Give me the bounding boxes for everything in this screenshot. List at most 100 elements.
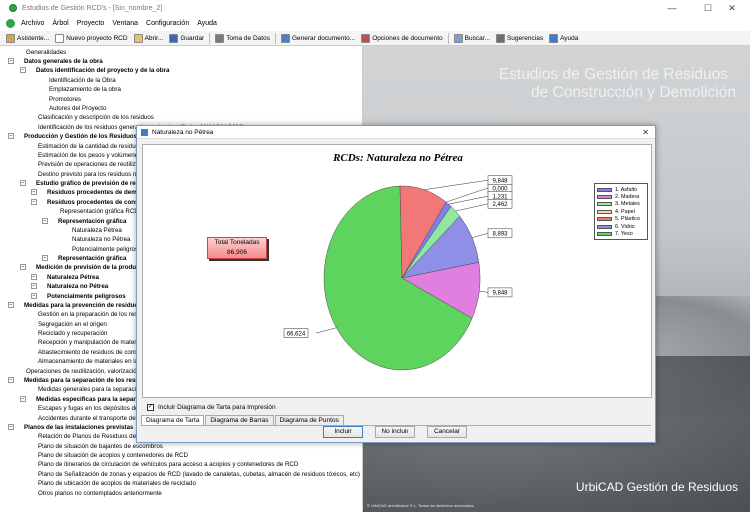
tree-item[interactable]: Autores del Proyecto bbox=[49, 104, 106, 113]
tree-item-label: Representación gráfica bbox=[58, 218, 127, 225]
toolbar-button-label: Opciones de documento bbox=[372, 34, 443, 42]
new-file-icon bbox=[55, 33, 65, 43]
pie-leader-line bbox=[445, 187, 489, 203]
tree-item[interactable]: − Datos identificación del proyecto y de … bbox=[20, 66, 169, 75]
legend-label: 6. Vidrio bbox=[615, 223, 635, 230]
expand-toggle-icon[interactable]: − bbox=[31, 199, 37, 206]
toolbar-button-6[interactable]: Opciones de documento bbox=[358, 32, 445, 45]
toolbar-button-label: Generar documento... bbox=[291, 34, 356, 42]
incluir-button[interactable]: Incluir bbox=[323, 426, 363, 438]
toolbar-button-3[interactable]: Guardar bbox=[166, 32, 207, 45]
menu-ventana[interactable]: Ventana bbox=[108, 20, 142, 27]
menu-arbol[interactable]: Árbol bbox=[48, 20, 72, 27]
cancelar-button[interactable]: Cancelar bbox=[427, 426, 467, 438]
legend-label: 5. Plástico bbox=[615, 216, 640, 223]
toolbar-button-4[interactable]: Toma de Datos bbox=[212, 32, 273, 45]
expand-toggle-icon[interactable]: − bbox=[42, 218, 48, 225]
tree-item[interactable]: Emplazamiento de la obra bbox=[49, 85, 121, 94]
app-icon bbox=[9, 4, 17, 12]
tree-item[interactable]: Naturaleza Pétrea bbox=[72, 226, 122, 235]
toolbar-separator bbox=[274, 32, 276, 44]
tree-item[interactable]: Potencialmente peligrosos bbox=[72, 245, 145, 254]
expand-toggle-icon[interactable]: − bbox=[20, 67, 26, 74]
dialog-title-bar: Naturaleza no Pétrea ✕ bbox=[137, 126, 655, 139]
dialog-close-icon[interactable]: ✕ bbox=[642, 128, 649, 137]
tree-item[interactable]: − Producción y Gestión de los Residuos bbox=[8, 132, 137, 141]
toolbar-button-8[interactable]: Sugerencias bbox=[493, 32, 546, 45]
tree-item[interactable]: Generalidades bbox=[26, 48, 66, 57]
tree-item[interactable]: Plano de situación de bajantes de escomb… bbox=[38, 442, 163, 451]
expand-toggle-icon[interactable]: − bbox=[20, 264, 26, 271]
tree-item[interactable]: Plano de itinerarios de circulación de v… bbox=[38, 460, 298, 469]
expand-toggle-icon[interactable]: − bbox=[8, 58, 14, 65]
tree-item[interactable]: Plano de ubicación de acopios de materia… bbox=[38, 479, 196, 488]
tree-item[interactable]: Naturaleza no Pétrea bbox=[72, 235, 130, 244]
expand-toggle-icon[interactable]: − bbox=[31, 293, 37, 300]
tree-item[interactable]: − Representación gráfica bbox=[42, 217, 126, 226]
minimize-button[interactable]: — bbox=[654, 0, 690, 16]
expand-toggle-icon[interactable]: − bbox=[8, 133, 14, 140]
menu-proyecto[interactable]: Proyecto bbox=[73, 20, 109, 27]
tree-item[interactable]: Segregación en el origen bbox=[38, 320, 107, 329]
pie-value-label: 8,893 bbox=[492, 232, 508, 238]
tree-item-label: Promotores bbox=[49, 96, 81, 103]
tree-item[interactable]: − Representación gráfica bbox=[42, 254, 126, 263]
tree-item[interactable]: Representación gráfica RCD bbox=[60, 207, 139, 216]
expand-toggle-icon[interactable]: − bbox=[31, 283, 37, 290]
expand-toggle-icon[interactable]: − bbox=[31, 189, 37, 196]
tree-item[interactable]: − Medidas para la prevención de residuos bbox=[8, 301, 142, 310]
folder-icon bbox=[133, 33, 143, 43]
toolbar-button-label: Nuevo proyecto RCD bbox=[66, 34, 128, 42]
tree-item-label: Medición de previsión de la producción bbox=[36, 264, 153, 271]
tree-item[interactable]: Plano de Señalización de zonas y espacio… bbox=[38, 470, 360, 479]
expand-toggle-icon[interactable]: − bbox=[42, 255, 48, 262]
include-checkbox[interactable]: ✓ bbox=[147, 404, 154, 411]
tree-item[interactable]: − Potencialmente peligrosos bbox=[31, 292, 126, 301]
tree-item[interactable]: Estimación de la cantidad de residuos bbox=[38, 142, 142, 151]
toolbar-button-label: Buscar... bbox=[464, 34, 490, 42]
legend-item: 2. Madera bbox=[597, 193, 645, 200]
tree-item[interactable]: − Naturaleza no Pétrea bbox=[31, 282, 108, 291]
tree-item[interactable]: − Datos generales de la obra bbox=[8, 57, 103, 66]
toolbar-button-2[interactable]: Abrir... bbox=[131, 32, 167, 45]
tree-item[interactable]: Medidas generales para la separación bbox=[38, 385, 143, 394]
tree-item[interactable]: Clasificación y descripción de los resid… bbox=[38, 113, 154, 122]
toolbar-button-label: Toma de Datos bbox=[226, 34, 270, 42]
expand-toggle-icon[interactable]: − bbox=[8, 377, 14, 384]
tree-item[interactable]: Identificación de la Obra bbox=[49, 76, 116, 85]
toolbar-button-5[interactable]: Generar documento... bbox=[278, 32, 358, 45]
no-incluir-button[interactable]: No incluir bbox=[375, 426, 415, 438]
menu-configuracion[interactable]: Configuración bbox=[142, 20, 193, 27]
menu-ayuda[interactable]: Ayuda bbox=[193, 20, 221, 27]
tree-item[interactable]: Promotores bbox=[49, 95, 81, 104]
tree-item-label: Generalidades bbox=[26, 49, 67, 56]
tree-item[interactable]: Recepción y manipulación de materiales bbox=[38, 338, 149, 347]
expand-toggle-icon[interactable]: − bbox=[20, 180, 26, 187]
close-button[interactable]: ✕ bbox=[714, 0, 750, 16]
toolbar-button-1[interactable]: Nuevo proyecto RCD bbox=[52, 32, 130, 45]
tree-item[interactable]: Previsión de operaciones de reutilizació… bbox=[38, 160, 150, 169]
tree-item[interactable]: − Naturaleza Pétrea bbox=[31, 273, 99, 282]
expand-toggle-icon[interactable]: − bbox=[8, 424, 14, 431]
expand-toggle-icon[interactable]: − bbox=[8, 302, 14, 309]
toolbar-button-9[interactable]: Ayuda bbox=[546, 32, 581, 45]
toolbar-button-0[interactable]: Asistente... bbox=[3, 32, 52, 45]
tree-item[interactable]: − Medición de previsión de la producción bbox=[20, 263, 152, 272]
tree-item[interactable]: Plano de situación de acopios y contened… bbox=[38, 451, 188, 460]
tree-item[interactable]: − Planos de las instalaciones previstas bbox=[8, 423, 133, 432]
tree-item[interactable]: Otros planos no contemplados anteriormen… bbox=[38, 489, 162, 498]
expand-toggle-icon[interactable]: − bbox=[20, 396, 26, 403]
expand-toggle-icon[interactable]: − bbox=[31, 274, 37, 281]
toolbar-button-label: Asistente... bbox=[17, 34, 50, 42]
menu-archivo[interactable]: Archivo bbox=[17, 20, 48, 27]
tree-item-label: Recepción y manipulación de materiales bbox=[38, 339, 150, 346]
tree-item[interactable]: − Medidas específicas para la separación bbox=[20, 395, 152, 404]
tree-item[interactable]: Reciclado y recuperación bbox=[38, 329, 107, 338]
app-menu-icon[interactable] bbox=[6, 19, 15, 28]
tree-item[interactable]: Estimación de los pesos y volúmenes bbox=[38, 151, 141, 160]
toolbar-button-7[interactable]: Buscar... bbox=[451, 32, 493, 45]
tree-item[interactable]: − Medidas para la separación de los resid… bbox=[8, 376, 152, 385]
include-checkbox-row[interactable]: ✓ Incluir Diagrama de Tarta para Impresi… bbox=[147, 404, 276, 411]
legend-swatch bbox=[597, 217, 612, 222]
menu-bar: Archivo Árbol Proyecto Ventana Configura… bbox=[0, 17, 750, 30]
